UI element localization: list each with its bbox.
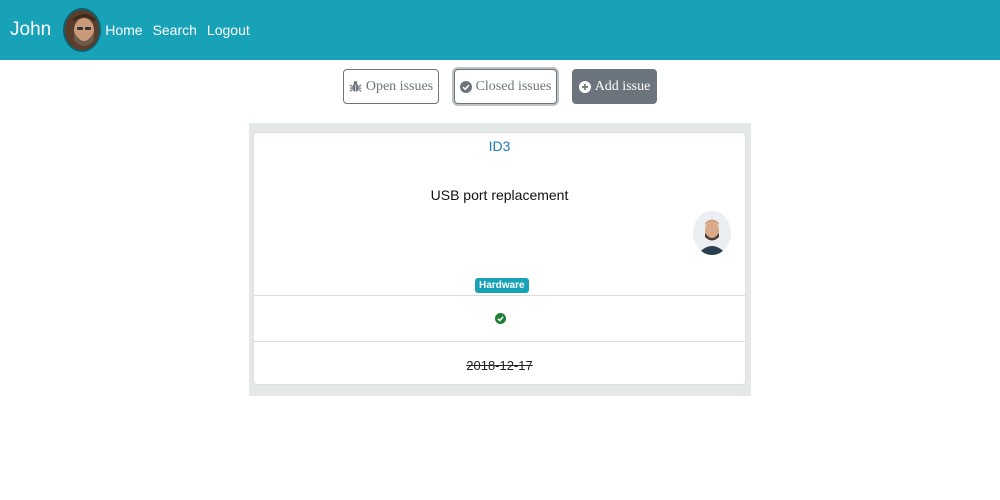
issue-filter-toolbar: Open issues Closed issues Add issue [0, 69, 1000, 104]
card-divider [254, 341, 745, 342]
closed-issues-label: Closed issues [475, 78, 552, 94]
nav-search-link[interactable]: Search [153, 22, 197, 38]
add-issue-label: Add issue [594, 78, 651, 94]
assignee-avatar [693, 211, 731, 255]
user-name: John [10, 19, 52, 40]
user-avatar-image [65, 10, 100, 50]
issue-title: USB port replacement [430, 187, 569, 203]
open-issues-label: Open issues [365, 78, 434, 94]
open-issues-button[interactable]: Open issues [343, 69, 439, 104]
nav-logout-link[interactable]: Logout [207, 22, 250, 38]
issue-date: 2018-12-17 [466, 358, 533, 373]
issue-card[interactable]: ID3 USB port replacement Hardware 2018-1… [253, 132, 746, 385]
closed-issues-button[interactable]: Closed issues [454, 69, 557, 104]
plus-circle-icon [578, 80, 591, 93]
closed-status-check-icon [495, 313, 506, 324]
bug-icon [349, 81, 362, 92]
top-navbar: John Home Search Logout [0, 0, 1000, 60]
issue-id-link[interactable]: ID3 [254, 138, 745, 154]
nav-home-link[interactable]: Home [105, 22, 142, 38]
add-issue-button[interactable]: Add issue [572, 69, 657, 104]
user-avatar[interactable] [63, 8, 102, 52]
check-circle-icon [459, 80, 472, 93]
card-divider [254, 295, 745, 296]
assignee-avatar-image [693, 211, 731, 255]
issue-list-panel: ID3 USB port replacement Hardware 2018-1… [249, 123, 751, 396]
category-badge: Hardware [475, 278, 529, 293]
